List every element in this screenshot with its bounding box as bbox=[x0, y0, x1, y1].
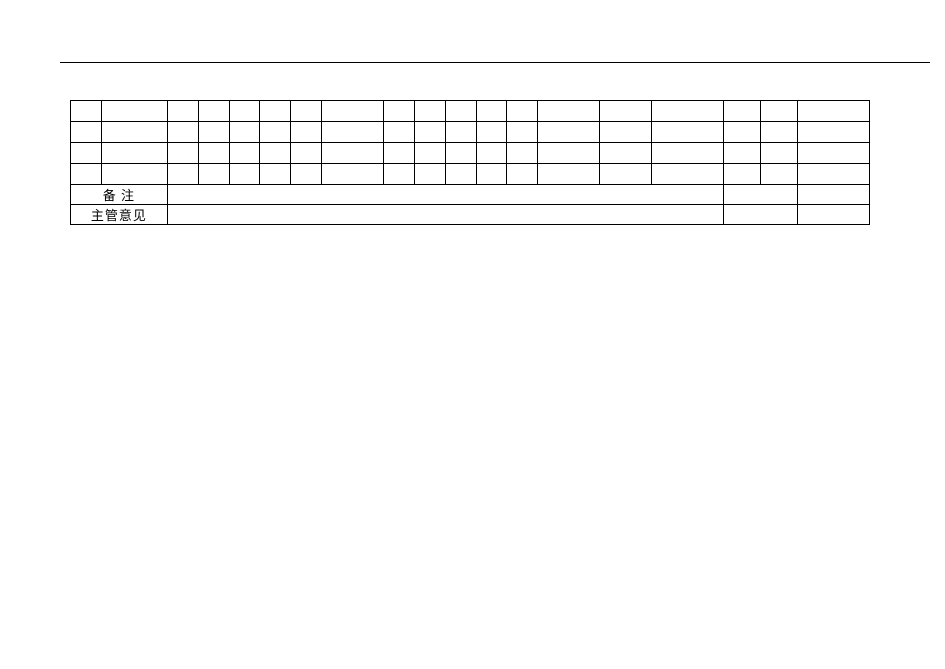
cell bbox=[538, 122, 600, 143]
cell bbox=[322, 143, 384, 164]
spacer-cell bbox=[797, 205, 869, 225]
cell bbox=[760, 143, 797, 164]
cell bbox=[291, 164, 322, 185]
cell bbox=[71, 101, 102, 122]
cell bbox=[445, 122, 476, 143]
cell bbox=[71, 164, 102, 185]
cell bbox=[507, 164, 538, 185]
cell bbox=[71, 122, 102, 143]
cell bbox=[198, 101, 229, 122]
supervisor-opinion-label: 主管意见 bbox=[71, 205, 168, 225]
spacer-cell bbox=[723, 185, 797, 205]
cell bbox=[476, 164, 507, 185]
cell bbox=[414, 164, 445, 185]
cell bbox=[260, 101, 291, 122]
cell bbox=[723, 122, 760, 143]
cell bbox=[101, 122, 167, 143]
cell bbox=[229, 143, 260, 164]
cell bbox=[101, 101, 167, 122]
table-row bbox=[71, 164, 870, 185]
main-table: 备 注 主管意见 bbox=[70, 100, 870, 225]
cell bbox=[167, 122, 198, 143]
cell bbox=[322, 101, 384, 122]
cell bbox=[291, 122, 322, 143]
supervisor-opinion-value bbox=[167, 205, 723, 225]
cell bbox=[760, 122, 797, 143]
cell bbox=[797, 164, 869, 185]
table-row bbox=[71, 143, 870, 164]
cell bbox=[445, 164, 476, 185]
cell bbox=[260, 122, 291, 143]
cell bbox=[538, 101, 600, 122]
cell bbox=[414, 122, 445, 143]
table-row bbox=[71, 101, 870, 122]
cell bbox=[797, 143, 869, 164]
cell bbox=[538, 164, 600, 185]
cell bbox=[383, 164, 414, 185]
cell bbox=[198, 143, 229, 164]
cell bbox=[538, 143, 600, 164]
cell bbox=[507, 122, 538, 143]
cell bbox=[723, 143, 760, 164]
cell bbox=[445, 101, 476, 122]
top-rule bbox=[60, 62, 930, 63]
cell bbox=[198, 122, 229, 143]
cell bbox=[600, 164, 651, 185]
cell bbox=[476, 122, 507, 143]
cell bbox=[600, 122, 651, 143]
cell bbox=[723, 101, 760, 122]
cell bbox=[260, 143, 291, 164]
cell bbox=[167, 101, 198, 122]
cell bbox=[651, 122, 723, 143]
cell bbox=[651, 143, 723, 164]
cell bbox=[414, 143, 445, 164]
cell bbox=[383, 143, 414, 164]
cell bbox=[797, 101, 869, 122]
cell bbox=[651, 164, 723, 185]
cell bbox=[723, 164, 760, 185]
cell bbox=[322, 122, 384, 143]
cell bbox=[101, 143, 167, 164]
cell bbox=[651, 101, 723, 122]
cell bbox=[476, 101, 507, 122]
cell bbox=[507, 143, 538, 164]
remark-value bbox=[167, 185, 723, 205]
cell bbox=[383, 101, 414, 122]
cell bbox=[198, 164, 229, 185]
supervisor-row: 主管意见 bbox=[71, 205, 870, 225]
cell bbox=[322, 164, 384, 185]
cell bbox=[71, 143, 102, 164]
cell bbox=[101, 164, 167, 185]
cell bbox=[445, 143, 476, 164]
cell bbox=[229, 164, 260, 185]
cell bbox=[414, 101, 445, 122]
cell bbox=[507, 101, 538, 122]
cell bbox=[760, 164, 797, 185]
cell bbox=[167, 164, 198, 185]
cell bbox=[167, 143, 198, 164]
cell bbox=[229, 122, 260, 143]
cell bbox=[476, 143, 507, 164]
cell bbox=[600, 143, 651, 164]
cell bbox=[291, 101, 322, 122]
cell bbox=[797, 122, 869, 143]
remark-label: 备 注 bbox=[71, 185, 168, 205]
cell bbox=[600, 101, 651, 122]
cell bbox=[291, 143, 322, 164]
cell bbox=[383, 122, 414, 143]
grid-body: 备 注 主管意见 bbox=[71, 101, 870, 225]
spacer-cell bbox=[797, 185, 869, 205]
cell bbox=[260, 164, 291, 185]
table-row bbox=[71, 122, 870, 143]
cell bbox=[229, 101, 260, 122]
form-container: 备 注 主管意见 bbox=[70, 100, 870, 225]
remark-row: 备 注 bbox=[71, 185, 870, 205]
cell bbox=[760, 101, 797, 122]
spacer-cell bbox=[723, 205, 797, 225]
